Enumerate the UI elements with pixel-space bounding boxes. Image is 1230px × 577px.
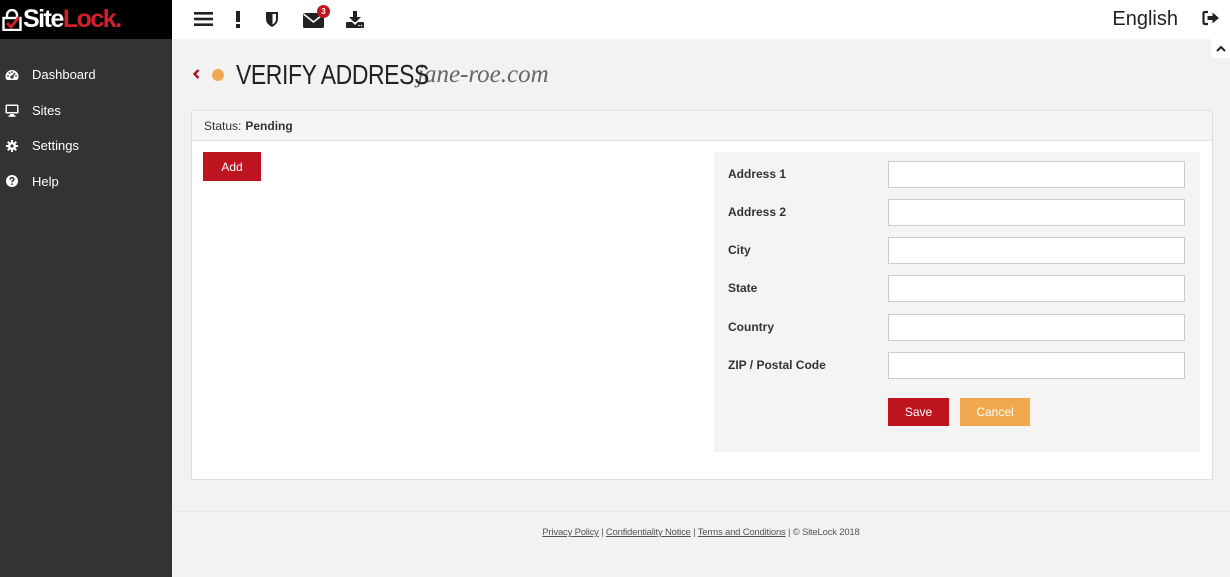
form-row-address-1: Address 1 (714, 161, 1200, 197)
padlock-check-icon (2, 8, 22, 31)
monitor-icon (5, 103, 19, 117)
page-title: VERIFY ADDRESS (236, 59, 429, 90)
form-row-address-2: Address 2 (714, 199, 1200, 235)
address-1-label: Address 1 (728, 167, 787, 181)
gear-icon (5, 139, 19, 153)
sidebar-item-label: Settings (32, 138, 79, 154)
form-row-zip: ZIP / Postal Code (714, 352, 1200, 388)
copyright-text: © SiteLock 2018 (792, 527, 860, 538)
scroll-up-button[interactable] (1211, 38, 1230, 58)
status-indicator-dot (212, 69, 224, 81)
footer-separator: | (785, 527, 793, 538)
country-label: Country (728, 320, 774, 334)
state-label: State (728, 281, 758, 295)
sidebar: SiteLock. Dashboard Sites Settings Help (0, 0, 172, 577)
save-button[interactable]: Save (888, 398, 949, 426)
menu-icon[interactable] (194, 9, 213, 29)
sidebar-item-settings[interactable]: Settings (0, 128, 172, 164)
form-row-state: State (714, 275, 1200, 311)
shield-icon[interactable] (265, 9, 279, 29)
footer-divider (172, 511, 1230, 512)
city-label: City (728, 243, 751, 257)
alert-icon[interactable] (235, 9, 241, 29)
footer-separator: | (690, 527, 698, 538)
footer-separator: | (598, 527, 606, 538)
sidebar-item-sites[interactable]: Sites (0, 93, 172, 129)
dashboard-gauge-icon (5, 68, 19, 82)
cancel-button[interactable]: Cancel (960, 398, 1030, 426)
status-value: Pending (245, 118, 293, 133)
country-input[interactable] (888, 314, 1185, 341)
sidebar-item-label: Sites (32, 102, 61, 118)
form-row-country: Country (714, 314, 1200, 350)
state-input[interactable] (888, 275, 1185, 302)
confidentiality-notice-link[interactable]: Confidentiality Notice (606, 527, 691, 538)
sidebar-item-dashboard[interactable]: Dashboard (0, 57, 172, 93)
question-circle-icon (5, 174, 19, 188)
chevron-up-icon (1215, 45, 1226, 52)
address-2-label: Address 2 (728, 205, 787, 219)
address-1-input[interactable] (888, 161, 1185, 188)
sidebar-item-label: Dashboard (32, 67, 96, 83)
top-bar: 3 English (172, 0, 1230, 39)
verify-address-panel: Status: Pending Add Address 1 Address 2 … (191, 110, 1213, 480)
form-row-city: City (714, 237, 1200, 273)
page-header: VERIFY ADDRESS jane-roe.com (192, 55, 549, 95)
envelope-icon[interactable]: 3 (303, 5, 330, 28)
page-domain: jane-roe.com (417, 61, 549, 88)
language-selector[interactable]: English (1112, 8, 1178, 31)
sidebar-item-label: Help (32, 173, 59, 189)
sidebar-nav: Dashboard Sites Settings Help (0, 39, 172, 199)
zip-label: ZIP / Postal Code (728, 358, 826, 372)
terms-and-conditions-link[interactable]: Terms and Conditions (698, 527, 786, 538)
city-input[interactable] (888, 237, 1185, 264)
privacy-policy-link[interactable]: Privacy Policy (542, 527, 599, 538)
footer: Privacy Policy | Confidentiality Notice … (172, 527, 1230, 538)
status-label: Status: (204, 118, 242, 133)
chevron-left-icon[interactable] (192, 66, 200, 84)
download-icon[interactable] (346, 9, 364, 29)
add-button[interactable]: Add (203, 152, 261, 181)
logo-text: SiteLock. (23, 5, 122, 33)
address-form: Address 1 Address 2 City State Country Z… (714, 152, 1200, 452)
panel-header: Status: Pending (192, 111, 1212, 141)
sitelock-logo[interactable]: SiteLock. (0, 0, 172, 39)
notification-badge: 3 (317, 5, 330, 18)
zip-input[interactable] (888, 352, 1185, 379)
sign-out-icon[interactable] (1202, 10, 1220, 31)
address-2-input[interactable] (888, 199, 1185, 226)
sidebar-item-help[interactable]: Help (0, 164, 172, 200)
